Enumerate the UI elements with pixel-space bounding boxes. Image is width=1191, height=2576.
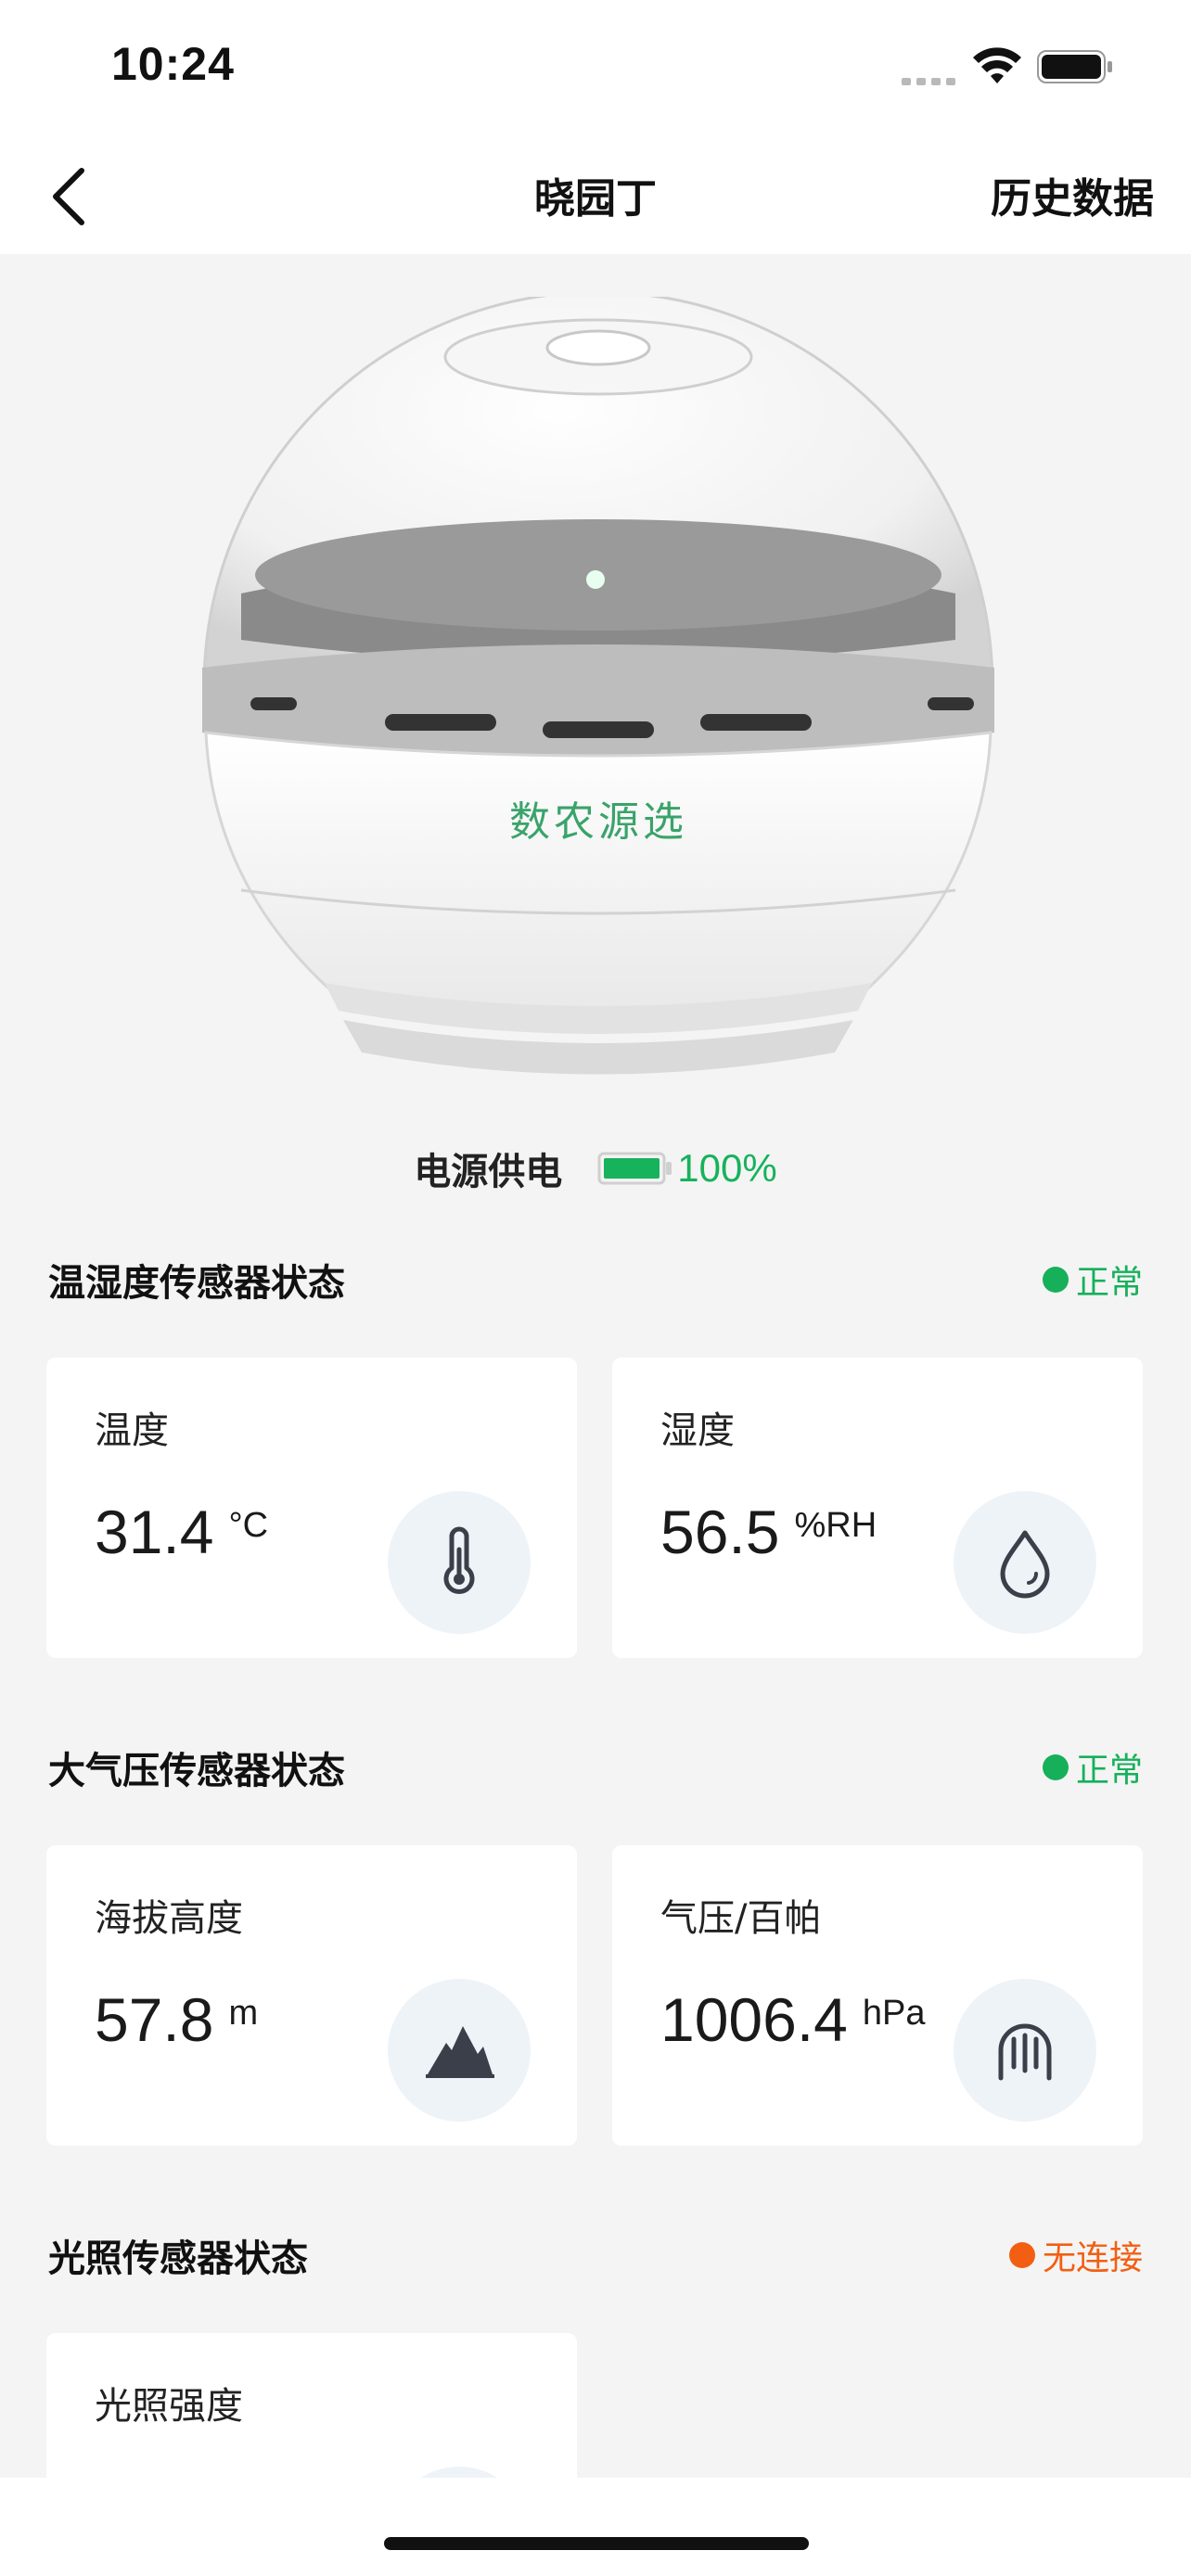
status-dot-icon [1042, 1754, 1069, 1780]
section-title: 光照传感器状态 [48, 2238, 308, 2280]
status-dot-icon [1008, 2242, 1035, 2268]
status-text: 正常 [1075, 1752, 1143, 1790]
power-label: 电源供电 [414, 1151, 563, 1193]
cellular-signal-icon [902, 74, 957, 85]
power-supply-row: 电源供电 100% [0, 1141, 1191, 1196]
home-indicator-bar [0, 2478, 1191, 2576]
pressure-icon [954, 1979, 1096, 2122]
value-unit: %RH [794, 1506, 877, 1545]
sensor-card-pressure[interactable]: 气压/百帕 1006.4 hPa [612, 1845, 1143, 2146]
history-data-button[interactable]: 历史数据 [991, 165, 1154, 224]
sensor-card-altitude[interactable]: 海拔高度 57.8 m [46, 1845, 577, 2146]
value-number: 57.8 [95, 1985, 214, 2054]
mountain-icon [388, 1979, 531, 2122]
power-percentage: 100% [677, 1146, 777, 1190]
value-unit: m [228, 1994, 259, 2033]
value-unit: °C [228, 1506, 269, 1545]
card-label: 温度 [95, 1409, 169, 1452]
status-dot-icon [1042, 1267, 1069, 1293]
section-title: 大气压传感器状态 [48, 1750, 345, 1792]
status-time: 10:24 [111, 38, 235, 90]
sensor-card-light[interactable]: 光照强度 [46, 2333, 577, 2485]
card-value: 56.5 %RH [660, 1497, 877, 1567]
sensor-card-temperature[interactable]: 温度 31.4 °C [46, 1358, 577, 1658]
section-temp-humidity: 温湿度传感器状态 正常 [48, 1252, 1143, 1307]
card-value: 1006.4 hPa [660, 1984, 926, 2055]
power-battery-icon [597, 1152, 672, 1185]
home-indicator[interactable] [384, 2537, 809, 2550]
value-number: 56.5 [660, 1498, 780, 1566]
weather-station-illustration [202, 290, 994, 1075]
value-number: 1006.4 [660, 1985, 848, 2054]
battery-icon [1037, 50, 1112, 83]
card-value: 31.4 °C [95, 1497, 268, 1567]
value-unit: hPa [862, 1994, 926, 2033]
card-label: 气压/百帕 [660, 1897, 822, 1940]
navigation-bar: 晓园丁 历史数据 [0, 139, 1191, 254]
status-badge: 正常 [1042, 1256, 1143, 1304]
sensor-card-humidity[interactable]: 湿度 56.5 %RH [612, 1358, 1143, 1658]
section-light: 光照传感器状态 无连接 [48, 2227, 1143, 2283]
status-text: 无连接 [1042, 2239, 1143, 2277]
wifi-icon [973, 47, 1021, 83]
status-badge: 正常 [1042, 1743, 1143, 1792]
section-title: 温湿度传感器状态 [48, 1262, 345, 1305]
card-value: 57.8 m [95, 1984, 258, 2055]
section-barometer: 大气压传感器状态 正常 [48, 1740, 1143, 1795]
device-image: 数农源选 [186, 290, 1011, 1103]
status-text: 正常 [1075, 1264, 1143, 1302]
card-label: 海拔高度 [95, 1897, 243, 1940]
status-badge: 无连接 [1008, 2231, 1143, 2279]
status-bar: 10:24 [0, 0, 1191, 139]
device-brand-label: 数农源选 [509, 798, 687, 846]
thermometer-icon [388, 1491, 531, 1634]
card-label: 湿度 [660, 1409, 735, 1452]
value-number: 31.4 [95, 1498, 214, 1566]
water-drop-icon [954, 1491, 1096, 1634]
card-label: 光照强度 [95, 2385, 243, 2428]
